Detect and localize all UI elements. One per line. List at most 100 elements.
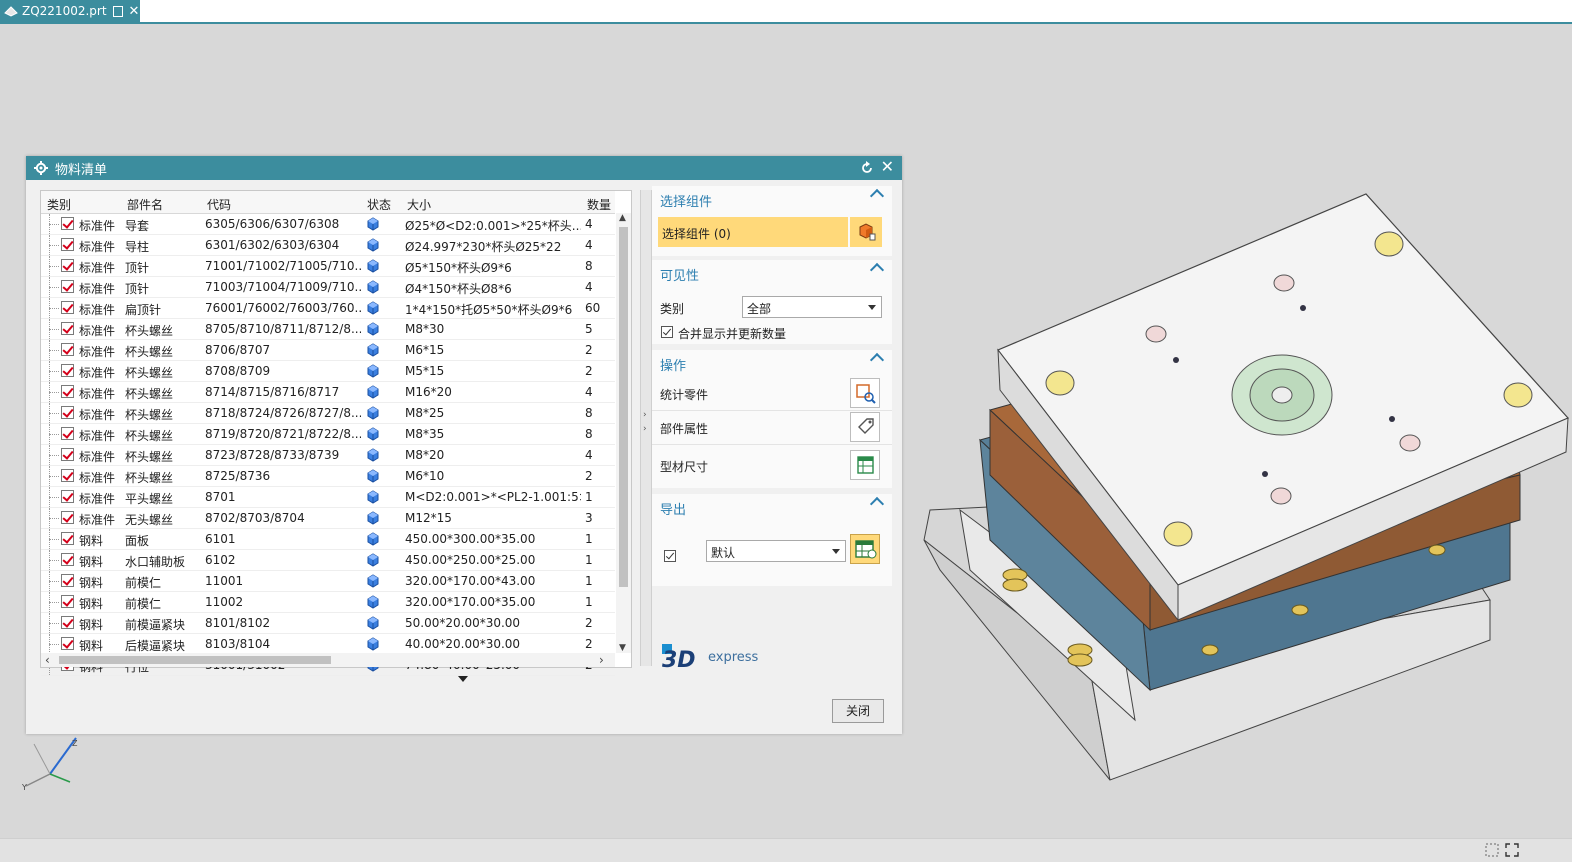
count-parts-button[interactable] [850,378,880,408]
table-row[interactable]: 钢料 前模仁 11001 320.00*170.00*43.00 1 [41,571,615,592]
table-row[interactable]: 标准件 导柱 6301/6302/6303/6304 Ø24.997*230*杯… [41,235,615,256]
category-select[interactable]: 全部 [742,296,882,318]
reset-icon[interactable] [860,161,874,175]
row-checkbox[interactable] [61,511,74,524]
select-component-header[interactable]: 选择组件 [652,186,892,210]
scroll-right-icon[interactable]: › [599,653,604,667]
row-checkbox[interactable] [61,364,74,377]
row-checkbox[interactable] [61,469,74,482]
horizontal-scrollbar[interactable]: ‹ › [41,653,615,667]
row-checkbox[interactable] [61,637,74,650]
row-checkbox[interactable] [61,343,74,356]
cell-type: 标准件 [79,324,116,338]
op-row-profile-size[interactable]: 型材尺寸 [652,446,892,480]
tab-close-icon[interactable]: ✕ [129,5,140,18]
cell-code: 8701 [205,490,236,504]
axis-triad-icon[interactable]: Z Y [20,734,82,792]
table-row[interactable]: 钢料 前模逼紧块 8101/8102 50.00*20.00*30.00 2 [41,613,615,634]
document-tab[interactable]: ZQ221002.prt ✕ [0,0,140,22]
cell-qty: 8 [585,406,593,420]
row-checkbox[interactable] [61,553,74,566]
scroll-down-icon[interactable]: ▼ [619,643,626,653]
table-row[interactable]: 标准件 扁顶针 76001/76002/76003/760... 1*4*150… [41,298,615,319]
op-row-count-parts[interactable]: 统计零件 [652,376,892,411]
collapse-icon[interactable] [869,262,885,278]
table-row[interactable]: 标准件 顶针 71001/71002/71005/710... Ø5*150*杯… [41,256,615,277]
panel-splitter[interactable]: › › [640,190,652,666]
row-checkbox[interactable] [61,532,74,545]
export-header[interactable]: 导出 [652,494,892,518]
row-checkbox[interactable] [61,385,74,398]
snap-icon[interactable] [1484,842,1500,858]
row-checkbox[interactable] [61,616,74,629]
vertical-scrollbar[interactable]: ▲ ▼ [616,213,631,653]
table-row[interactable]: 标准件 平头螺丝 8701 M<D2:0.001>*<PL2-1.001:5> … [41,487,615,508]
cell-qty: 2 [585,364,593,378]
table-row[interactable]: 标准件 杯头螺丝 8706/8707 M6*15 2 [41,340,615,361]
table-row[interactable]: 标准件 杯头螺丝 8708/8709 M5*15 2 [41,361,615,382]
op-row-part-properties[interactable]: 部件属性 [652,410,892,445]
part-state-icon [366,469,386,486]
row-checkbox[interactable] [61,595,74,608]
expand-more-icon[interactable] [458,676,468,682]
export-format-select[interactable]: 默认 [706,540,846,562]
splitter-arrow-icon[interactable]: › [643,424,647,434]
cell-name: 顶针 [125,282,150,296]
row-checkbox[interactable] [61,490,74,503]
row-checkbox[interactable] [61,406,74,419]
select-component-button[interactable] [850,217,882,247]
table-row[interactable]: 钢料 前模仁 11002 320.00*170.00*35.00 1 [41,592,615,613]
row-checkbox[interactable] [61,238,74,251]
row-checkbox[interactable] [61,259,74,272]
table-row[interactable]: 标准件 杯头螺丝 8705/8710/8711/8712/8... M8*30 … [41,319,615,340]
column-header-code[interactable]: 代码 [207,196,231,213]
column-header-state[interactable]: 状态 [367,196,391,213]
visibility-header[interactable]: 可见性 [652,260,892,284]
cell-size: 450.00*300.00*35.00 [405,532,536,546]
table-row[interactable]: 标准件 导套 6305/6306/6307/6308 Ø25*Ø<D2:0.00… [41,214,615,235]
column-header-name[interactable]: 部件名 [127,196,163,213]
horizontal-scroll-thumb[interactable] [59,656,331,664]
fullscreen-icon[interactable] [1504,842,1520,858]
select-component-field[interactable]: 选择组件 (0) [658,217,848,247]
profile-size-button[interactable] [850,450,880,480]
row-checkbox[interactable] [61,217,74,230]
splitter-arrow-icon[interactable]: › [643,410,647,420]
section-title: 可见性 [660,269,700,284]
table-row[interactable]: 标准件 无头螺丝 8702/8703/8704 M12*15 3 [41,508,615,529]
row-checkbox[interactable] [61,322,74,335]
row-checkbox[interactable] [61,427,74,440]
scroll-up-icon[interactable]: ▲ [619,213,626,223]
collapse-icon[interactable] [869,352,885,368]
dialog-title-bar[interactable]: 物料清单 ✕ [26,156,902,180]
table-row[interactable]: 标准件 杯头螺丝 8719/8720/8721/8722/8... M8*35 … [41,424,615,445]
mold-3d-model[interactable] [920,190,1572,790]
collapse-icon[interactable] [869,496,885,512]
close-button[interactable]: 关闭 [832,699,884,723]
operations-header[interactable]: 操作 [652,350,892,374]
table-row[interactable]: 标准件 杯头螺丝 8723/8728/8733/8739 M8*20 4 [41,445,615,466]
merge-checkbox[interactable] [661,326,673,338]
row-checkbox[interactable] [61,574,74,587]
export-checkbox[interactable] [664,550,676,562]
row-checkbox[interactable] [61,301,74,314]
column-header-size[interactable]: 大小 [407,196,431,213]
dialog-close-icon[interactable]: ✕ [881,159,894,175]
export-excel-button[interactable] [850,534,880,564]
table-row[interactable]: 钢料 后模逼紧块 8103/8104 40.00*20.00*30.00 2 [41,634,615,655]
collapse-icon[interactable] [869,188,885,204]
row-checkbox[interactable] [61,448,74,461]
table-row[interactable]: 标准件 顶针 71003/71004/71009/710... Ø4*150*杯… [41,277,615,298]
table-row[interactable]: 标准件 杯头螺丝 8718/8724/8726/8727/8... M8*25 … [41,403,615,424]
cell-name: 杯头螺丝 [125,429,174,443]
row-checkbox[interactable] [61,280,74,293]
table-row[interactable]: 标准件 杯头螺丝 8725/8736 M6*10 2 [41,466,615,487]
column-header-qty[interactable]: 数量 [587,196,611,213]
vertical-scroll-thumb[interactable] [619,227,628,587]
table-row[interactable]: 钢料 水口辅助板 6102 450.00*250.00*25.00 1 [41,550,615,571]
table-row[interactable]: 钢料 面板 6101 450.00*300.00*35.00 1 [41,529,615,550]
table-row[interactable]: 标准件 杯头螺丝 8714/8715/8716/8717 M16*20 4 [41,382,615,403]
column-header-type[interactable]: 类别 [47,196,71,213]
part-properties-button[interactable] [850,412,880,442]
scroll-left-icon[interactable]: ‹ [45,653,50,667]
